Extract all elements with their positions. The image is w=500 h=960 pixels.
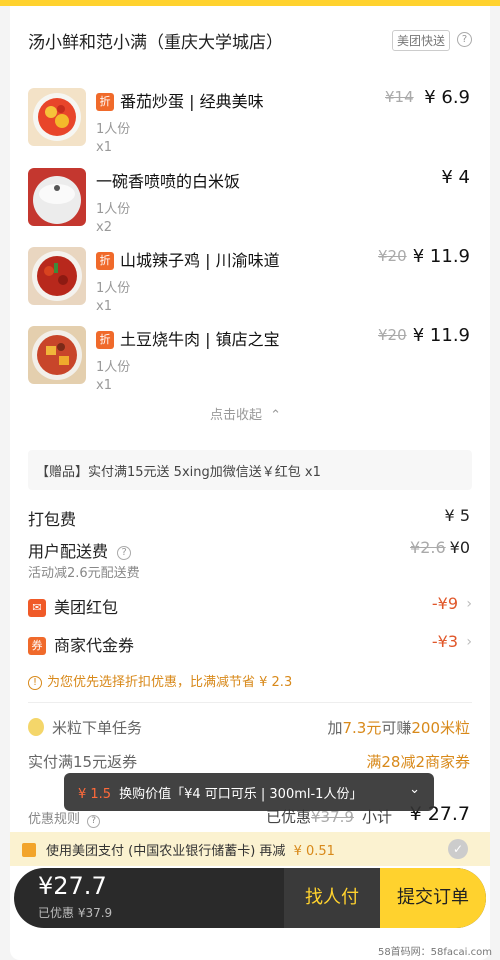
rule-link[interactable]: 优惠规则 ?: [28, 808, 101, 828]
rebate-value: 满28减2商家券: [366, 753, 470, 771]
discount-badge: 折: [96, 93, 114, 111]
discount-badge: 折: [96, 331, 114, 349]
checkout-bar: ¥27.7 已优惠 ¥37.9 找人付 提交订单: [14, 868, 486, 928]
chevron-right-icon[interactable]: ›: [466, 596, 472, 612]
info-icon: !: [28, 676, 42, 690]
item-title: 番茄炒蛋 | 经典美味: [120, 92, 264, 111]
mission-mid: 可赚: [381, 719, 412, 737]
pay-promo-amount: ¥ 0.51: [293, 844, 335, 859]
packing-fee-value: ¥ 5: [444, 506, 470, 525]
collapse-label: 点击收起: [210, 408, 263, 423]
food-image-beef-potato: [28, 326, 86, 384]
check-icon[interactable]: ✓: [448, 839, 468, 859]
mission-reward-value: 200米粒: [411, 719, 470, 737]
gift-banner: 【赠品】实付满15元送 5xing加微信送￥红包 x1: [28, 450, 472, 490]
item-price: ¥ 11.9: [412, 325, 470, 346]
collapse-toggle[interactable]: 点击收起 ⌃: [210, 404, 281, 423]
mission-label: 米粒下单任务: [52, 719, 143, 737]
upsell-price: ¥ 1.5: [78, 787, 112, 802]
delivery-fee-value: ¥0: [449, 538, 470, 557]
item-quantity: x1: [96, 378, 112, 393]
rule-label: 优惠规则: [28, 812, 81, 827]
watermark: 58首码网：58facai.com: [377, 947, 492, 958]
total-price: ¥27.7: [38, 872, 107, 900]
voucher-icon: 券: [28, 637, 46, 655]
upsell-toast[interactable]: ¥ 1.5 换购价值「¥4 可口可乐 | 300ml-1人份」 ⌄: [64, 773, 434, 811]
mission-row: 米粒下单任务: [28, 717, 142, 738]
mission-reward[interactable]: 加7.3元可赚200米粒: [327, 717, 470, 738]
divider: [28, 702, 472, 703]
rebate-label: 实付满15元返券: [28, 753, 138, 771]
delivery-fee-values: ¥2.6 ¥0: [410, 538, 470, 557]
delivery-fee-original: ¥2.6: [410, 538, 446, 557]
delivery-fee-row: 用户配送费 ?: [28, 538, 132, 562]
find-payer-button[interactable]: 找人付: [284, 868, 380, 928]
shop-name[interactable]: 汤小鲜和范小满（重庆大学城店）: [28, 28, 283, 53]
rice-grain-icon: [28, 718, 44, 736]
redpack-row[interactable]: ✉ 美团红包: [28, 594, 118, 618]
food-image-tomato-egg: [28, 88, 86, 146]
submit-order-button[interactable]: 提交订单: [380, 868, 486, 928]
redpack-label: 美团红包: [54, 598, 119, 617]
item-title: 土豆烧牛肉 | 镇店之宝: [120, 330, 280, 349]
chevron-right-icon[interactable]: ›: [466, 634, 472, 650]
original-price: ¥20: [378, 326, 407, 344]
item-title[interactable]: 一碗香喷喷的白米饭: [96, 168, 240, 192]
voucher-value: -¥3: [431, 632, 458, 651]
item-quantity: x1: [96, 140, 112, 155]
mission-prefix: 加: [327, 719, 343, 737]
chevron-up-icon: ⌃: [270, 408, 282, 423]
pay-promo-bar[interactable]: 使用美团支付 (中国农业银行储蓄卡) 再减 ¥ 0.51 ✓: [10, 832, 490, 866]
item-portion: 1人份: [96, 281, 131, 296]
item-title: 山城辣子鸡 | 川渝味道: [120, 251, 280, 270]
item-name[interactable]: 折番茄炒蛋 | 经典美味: [96, 88, 264, 112]
redpack-icon: ✉: [28, 599, 46, 617]
original-price: ¥20: [378, 247, 407, 265]
saved-total: 已优惠 ¥37.9: [38, 906, 113, 920]
item-name[interactable]: 折土豆烧牛肉 | 镇店之宝: [96, 326, 280, 350]
food-image-rice: [28, 168, 86, 226]
discount-tip: ! 为您优先选择折扣优惠，比满减节省 ¥ 2.3: [28, 671, 292, 690]
item-quantity: x2: [96, 220, 112, 235]
item-price: ¥ 11.9: [412, 246, 470, 267]
order-card: 汤小鲜和范小满（重庆大学城店） 美团快送 ? 折番茄炒蛋 | 经典美味 1人份 …: [10, 6, 490, 960]
help-icon: ?: [87, 815, 101, 828]
item-portion: 1人份: [96, 202, 131, 217]
chevron-down-icon: ⌄: [409, 782, 420, 797]
voucher-label: 商家代金券: [54, 636, 135, 655]
help-icon[interactable]: ?: [117, 546, 132, 560]
item-quantity: x1: [96, 299, 112, 314]
redpack-value: -¥9: [431, 594, 458, 613]
help-icon[interactable]: ?: [457, 32, 472, 47]
item-price: ¥ 4: [441, 167, 470, 188]
delivery-fee-label: 用户配送费: [28, 542, 109, 561]
discount-badge: 折: [96, 252, 114, 270]
mission-amount: 7.3元: [342, 719, 382, 737]
item-portion: 1人份: [96, 360, 131, 375]
pay-promo-text: 使用美团支付 (中国农业银行储蓄卡) 再减: [46, 844, 286, 859]
upsell-text: 换购价值「¥4 可口可乐 | 300ml-1人份」: [119, 787, 363, 802]
item-name[interactable]: 折山城辣子鸡 | 川渝味道: [96, 247, 280, 271]
tip-text: 为您优先选择折扣优惠，比满减节省 ¥ 2.3: [47, 675, 293, 690]
delivery-tag: 美团快送: [391, 30, 450, 51]
item-portion: 1人份: [96, 122, 131, 137]
wallet-icon: [22, 843, 36, 857]
voucher-row[interactable]: 券商家代金券: [28, 632, 134, 656]
food-image-spicy-chicken: [28, 247, 86, 305]
original-price: ¥14: [385, 88, 414, 106]
item-price: ¥ 6.9: [424, 87, 470, 108]
delivery-note: 活动减2.6元配送费: [28, 566, 140, 581]
packing-fee-label: 打包费: [28, 510, 77, 529]
